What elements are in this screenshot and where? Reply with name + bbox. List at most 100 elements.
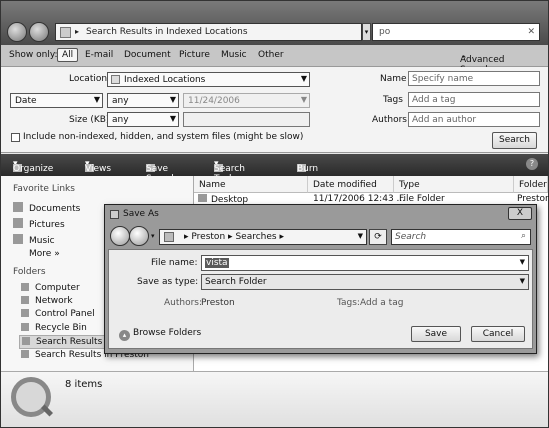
forward-button[interactable]	[29, 22, 49, 42]
nav-item-music[interactable]: Music	[13, 234, 55, 246]
views-label: Views	[85, 164, 112, 174]
authors-label: Authors	[372, 115, 407, 125]
nav-item-control-panel[interactable]: Control Panel	[21, 309, 95, 319]
tags-label: Tags	[383, 95, 403, 105]
browse-folders-toggle[interactable]: ▴ Browse Folders	[119, 328, 201, 341]
size-op-value: any	[112, 115, 129, 125]
search-folder-icon	[21, 350, 29, 358]
breadcrumb-preston[interactable]: Preston	[191, 232, 225, 242]
dialog-tags-label: Tags:	[337, 298, 360, 308]
nav-item-recycle-bin[interactable]: Recycle Bin	[21, 323, 87, 333]
file-row-folder: Preston	[517, 194, 549, 204]
advanced-search-pane: Location Indexed Locations ▼ Date ▼ any …	[1, 67, 548, 153]
type-value: Search Folder	[205, 277, 267, 287]
breadcrumb-searches[interactable]: Searches	[235, 232, 276, 242]
date-field-select[interactable]: Date ▼	[10, 93, 103, 108]
documents-icon	[13, 202, 23, 212]
breadcrumb-arrow-icon: ▸	[184, 232, 189, 242]
dialog-search-input[interactable]: Search ⌕	[391, 229, 531, 245]
name-input[interactable]: Specify name	[408, 71, 540, 86]
show-only-bar: Show only: All E-mail Document Picture M…	[1, 45, 548, 75]
help-icon[interactable]: ?	[526, 158, 538, 170]
search-input[interactable]: po ✕	[372, 23, 540, 41]
indexed-location-icon	[111, 75, 120, 84]
nav-item-pictures[interactable]: Pictures	[13, 218, 65, 230]
tags-input[interactable]: Add a tag	[408, 92, 540, 107]
column-header-type[interactable]: Type	[394, 176, 514, 193]
recent-pages-icon[interactable]: ▾	[151, 232, 155, 240]
refresh-icon[interactable]: ⟳	[369, 229, 387, 245]
dialog-body: File name: vista ▼ Save as type: Search …	[108, 249, 533, 349]
date-op-select[interactable]: any ▼	[107, 93, 179, 108]
details-pane: 8 items	[1, 371, 548, 427]
authors-placeholder: Add an author	[412, 115, 477, 125]
filter-document[interactable]: Document	[124, 50, 171, 60]
dialog-forward-button[interactable]	[129, 226, 149, 246]
column-header-folder[interactable]: Folder	[514, 176, 548, 193]
address-path: Search Results in Indexed Locations	[86, 27, 248, 37]
filter-all[interactable]: All	[57, 48, 79, 62]
views-button[interactable]: Views ▾	[85, 159, 111, 174]
size-value-input[interactable]	[183, 112, 310, 127]
date-op-value: any	[112, 96, 129, 106]
close-button[interactable]: X	[508, 207, 532, 220]
collapse-chevron-icon: ⌃	[460, 55, 468, 65]
dialog-authors-label: Authors:	[164, 298, 203, 308]
expand-arrow-icon: ▴	[119, 330, 130, 341]
date-value-picker[interactable]: 11/24/2006 ▼	[183, 93, 310, 108]
computer-icon	[21, 283, 29, 291]
save-as-icon	[110, 210, 119, 219]
search-tools-button[interactable]: Search Tools ▾	[214, 159, 245, 184]
column-header-date[interactable]: Date modified	[308, 176, 394, 193]
size-label: Size (KB)	[69, 115, 110, 125]
clear-search-icon[interactable]: ✕	[527, 27, 535, 37]
filter-other[interactable]: Other	[258, 50, 284, 60]
browse-folders-label: Browse Folders	[133, 328, 202, 338]
dialog-tags-value[interactable]: Add a tag	[360, 298, 403, 308]
magnifier-handle	[40, 404, 54, 417]
address-dropdown-icon[interactable]: ▾	[362, 23, 371, 41]
recycle-bin-icon	[21, 323, 29, 331]
size-op-select[interactable]: any ▼	[107, 112, 179, 127]
nav-item-documents[interactable]: Documents	[13, 202, 80, 214]
include-nonindexed-checkbox[interactable]	[11, 133, 20, 142]
double-chevron-icon: »	[54, 249, 60, 259]
address-bar[interactable]: ▸ Search Results in Indexed Locations	[55, 23, 362, 41]
nav-more-link[interactable]: More »	[29, 249, 60, 259]
back-button[interactable]	[7, 22, 27, 42]
date-field-value: Date	[15, 96, 37, 106]
chevron-down-icon[interactable]: ▼	[520, 258, 525, 266]
organize-button[interactable]: Organize ▾	[13, 159, 53, 174]
filename-input[interactable]: vista ▼	[201, 255, 529, 271]
filter-email[interactable]: E-mail	[85, 50, 113, 60]
nav-more-label: More	[29, 249, 52, 259]
file-row-date: 11/17/2006 12:43 ...	[313, 194, 406, 204]
dialog-search-placeholder: Search	[395, 232, 427, 242]
search-input-value: po	[379, 27, 391, 37]
cancel-button[interactable]: Cancel	[471, 326, 525, 342]
pictures-icon	[13, 218, 23, 228]
organize-label: Organize	[13, 164, 54, 174]
type-select[interactable]: Search Folder ▼	[201, 274, 529, 290]
filter-picture[interactable]: Picture	[179, 50, 210, 60]
chevron-down-icon[interactable]: ▼	[358, 232, 363, 240]
save-button[interactable]: Save	[411, 326, 461, 342]
burn-label: Burn	[297, 164, 319, 174]
chevron-down-icon: ▼	[93, 95, 100, 104]
nav-item-label: Pictures	[29, 220, 65, 230]
nav-item-network[interactable]: Network	[21, 296, 73, 306]
filter-music[interactable]: Music	[221, 50, 247, 60]
column-header-name[interactable]: Name	[194, 176, 308, 193]
nav-item-label: Recycle Bin	[35, 323, 87, 333]
nav-item-computer[interactable]: Computer	[21, 283, 80, 293]
save-as-dialog: Save As X ▾ ▸ Preston ▸ Searches ▸ ▼ ⟳ S…	[104, 204, 537, 354]
dialog-back-button[interactable]	[110, 226, 130, 246]
dialog-authors-value[interactable]: Preston	[201, 298, 235, 308]
location-select[interactable]: Indexed Locations ▼	[107, 72, 310, 87]
search-icon: ⌕	[520, 231, 526, 241]
dialog-address-bar[interactable]: ▸ Preston ▸ Searches ▸ ▼	[159, 229, 367, 245]
chevron-down-icon: ▼	[169, 114, 176, 123]
breadcrumb-arrow-icon: ▸	[75, 27, 80, 36]
authors-input[interactable]: Add an author	[408, 112, 540, 127]
search-button[interactable]: Search	[492, 132, 537, 149]
